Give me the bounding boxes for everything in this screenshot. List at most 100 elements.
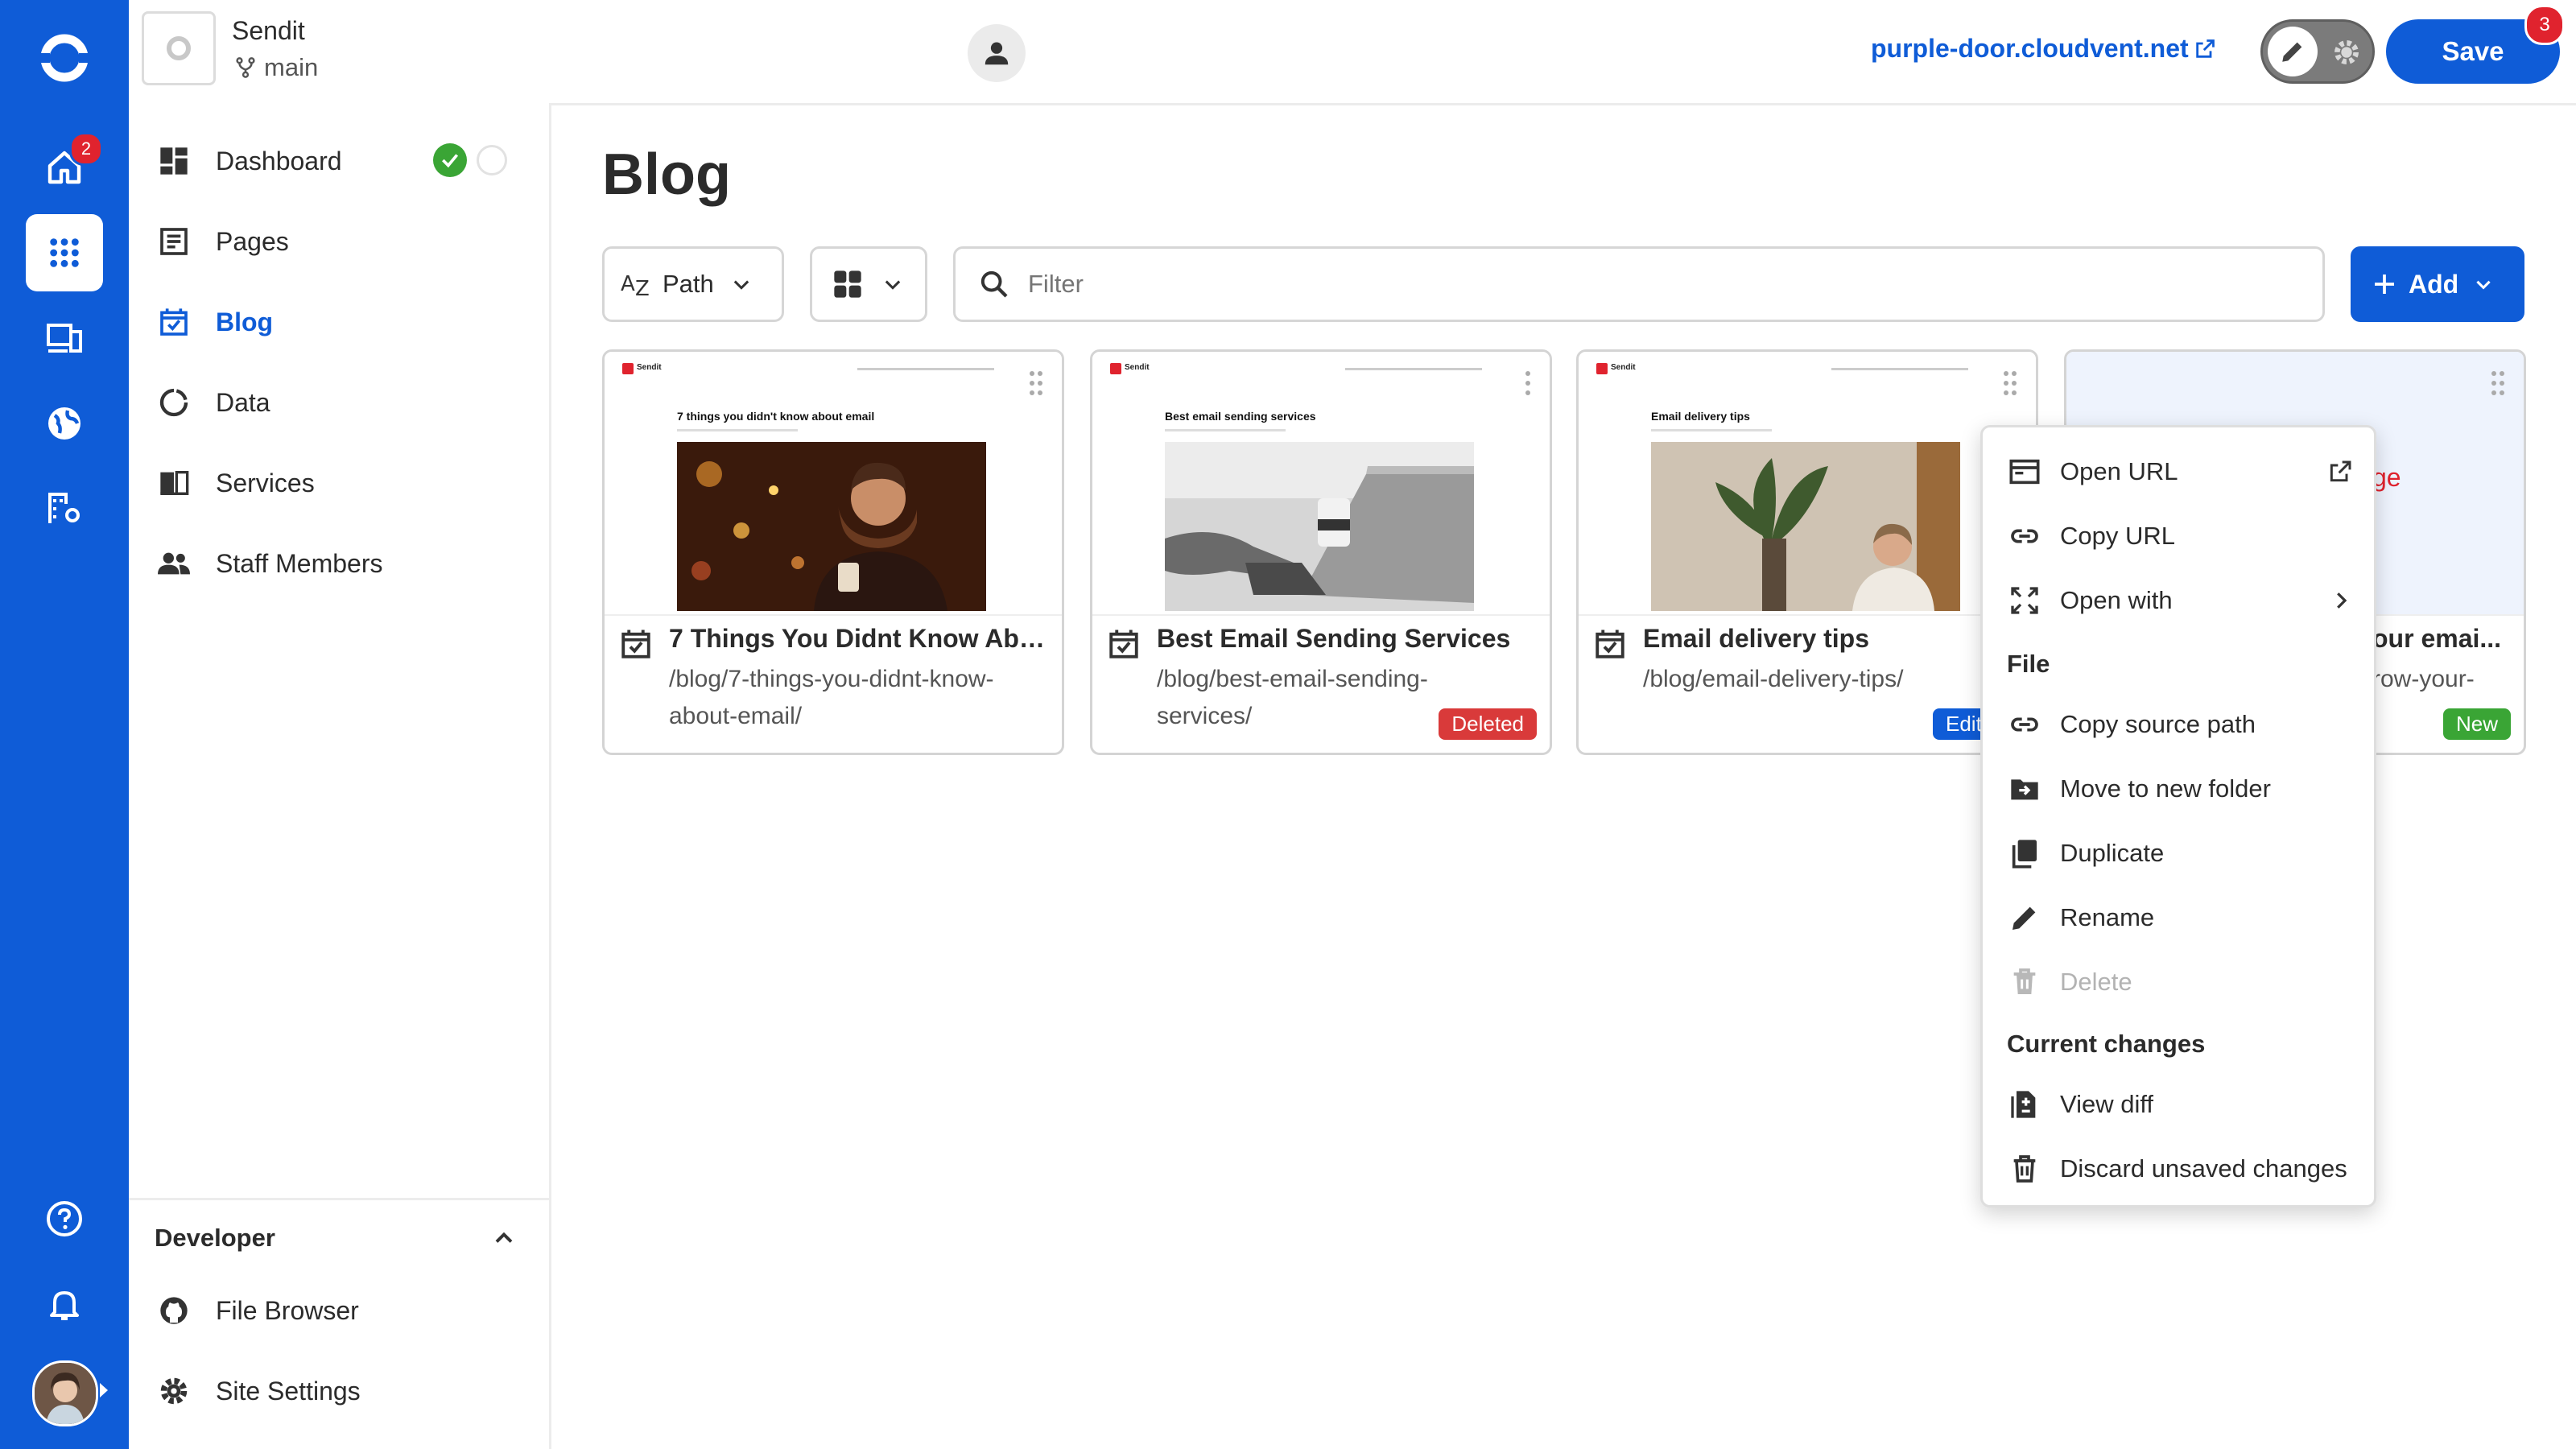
menu-item-open-with[interactable]: Open with	[2007, 572, 2353, 629]
thumb-photo-laptop-coffee	[1165, 442, 1474, 611]
rail-globe[interactable]	[26, 385, 103, 462]
sidebar-item-blog[interactable]: Blog	[155, 290, 273, 354]
card-title: 7 Things You Didnt Know Abo...	[669, 624, 1047, 653]
filter-field[interactable]	[953, 246, 2325, 322]
gear-icon	[160, 1377, 188, 1405]
sidebar-item-services[interactable]: Services	[155, 451, 315, 515]
menu-item-label: Duplicate	[2060, 839, 2165, 867]
menu-item-label: Rename	[2060, 903, 2155, 931]
external-link-icon	[2330, 460, 2351, 482]
filter-input[interactable]	[1026, 269, 2285, 299]
move-folder-icon	[2011, 779, 2038, 800]
blog-card[interactable]: Sendit Email delivery tips Email deliver…	[1576, 349, 2038, 755]
sidebar-item-dashboard[interactable]: Dashboard	[155, 129, 342, 193]
add-label: Add	[2409, 269, 2459, 299]
menu-item-duplicate[interactable]: Duplicate	[2007, 825, 2164, 881]
pencil-icon	[2282, 42, 2302, 62]
menu-item-move-to-new-folder[interactable]: Move to new folder	[2007, 761, 2271, 817]
sidebar-item-staff-members[interactable]: Staff Members	[155, 531, 382, 596]
thumb-placeholder-text: ge	[2372, 463, 2401, 492]
menu-item-delete[interactable]: Delete	[2007, 954, 2132, 1010]
calendar-check-icon	[1596, 630, 1624, 658]
drag-handle-icon[interactable]	[2490, 369, 2506, 397]
rail-devices[interactable]	[26, 299, 103, 377]
branch-selector[interactable]: main	[233, 53, 318, 82]
globe-icon	[48, 407, 80, 440]
card-title: Best Email Sending Services	[1157, 624, 1511, 653]
thumb-nav	[1831, 368, 1968, 370]
save-label: Save	[2442, 36, 2504, 66]
card-context-menu: Open URL Copy URL Open with File Copy so…	[1980, 425, 2376, 1208]
data-icon	[159, 388, 188, 417]
add-button[interactable]: Add	[2351, 246, 2524, 322]
chevron-up-icon[interactable]	[489, 1224, 518, 1253]
card-title: Email delivery tips	[1643, 624, 1870, 653]
sidebar-item-label: Services	[216, 468, 315, 497]
chevron-down-icon	[2476, 280, 2491, 290]
rail-apps[interactable]	[26, 214, 103, 291]
menu-item-view-diff[interactable]: View diff	[2007, 1076, 2153, 1133]
menu-item-copy-url[interactable]: Copy URL	[2007, 508, 2175, 564]
menu-item-open-url[interactable]: Open URL	[2007, 444, 2353, 500]
calendar-check-icon	[1109, 630, 1138, 658]
sort-az-icon: AZ	[621, 272, 650, 300]
account-button[interactable]	[968, 24, 1026, 82]
more-options-icon[interactable]	[1524, 369, 1532, 397]
svg-text:Z: Z	[635, 277, 650, 300]
thumb-meta	[1165, 429, 1286, 431]
external-link-icon	[2195, 39, 2215, 58]
branch-icon	[236, 57, 255, 78]
rail-org-settings[interactable]	[26, 470, 103, 547]
drag-handle-icon[interactable]	[1028, 369, 1044, 397]
thumb-title: Email delivery tips	[1651, 410, 1750, 423]
gear-icon	[2334, 40, 2359, 64]
site-url-text: purple-door.cloudvent.net	[1871, 34, 2189, 63]
rail-notifications[interactable]	[26, 1265, 103, 1343]
blog-card[interactable]: Sendit Best email sending services Best …	[1090, 349, 1552, 755]
view-mode-dropdown[interactable]	[810, 246, 927, 322]
save-changes-badge: 3	[2524, 5, 2565, 45]
sort-dropdown[interactable]: AZ Path	[602, 246, 784, 322]
devices-icon	[47, 324, 82, 353]
sidebar-item-pages[interactable]: Pages	[155, 209, 289, 274]
people-icon	[158, 552, 190, 575]
card-thumbnail: Sendit 7 things you didn't know about em…	[605, 352, 1062, 616]
sidebar-item-file-browser[interactable]: File Browser	[155, 1278, 359, 1343]
logo-icon	[39, 34, 90, 82]
menu-item-copy-source-path[interactable]: Copy source path	[2007, 696, 2256, 753]
branch-name: main	[264, 53, 319, 81]
developer-heading: Developer	[155, 1224, 275, 1252]
person-icon	[985, 42, 1009, 65]
drag-handle-icon[interactable]	[2002, 369, 2018, 397]
menu-item-rename[interactable]: Rename	[2007, 890, 2154, 946]
site-sidebar: Dashboard Pages Blog Data Services Staff…	[129, 103, 551, 1449]
site-url-link[interactable]: purple-door.cloudvent.net	[1871, 34, 2216, 64]
rail-help[interactable]	[26, 1180, 103, 1257]
menu-heading-file: File	[2007, 650, 2050, 678]
project-name: Sendit	[232, 16, 305, 45]
menu-item-label: Discard unsaved changes	[2060, 1154, 2347, 1183]
svg-text:A: A	[621, 272, 635, 296]
chevron-down-icon	[885, 280, 901, 290]
sidebar-item-site-settings[interactable]: Site Settings	[155, 1359, 361, 1423]
thumb-photo-plant-desk	[1651, 442, 1960, 611]
card-path: /blog/best-email-sending-services/	[1157, 666, 1428, 729]
page-title: Blog	[602, 142, 731, 207]
avatar-expand-caret[interactable]	[100, 1383, 108, 1397]
build-success-icon	[433, 143, 467, 177]
blog-card[interactable]: Sendit 7 things you didn't know about em…	[602, 349, 1064, 755]
sidebar-item-label: Dashboard	[216, 146, 342, 175]
trash-icon	[2013, 1155, 2036, 1183]
cloudcannon-logo[interactable]	[26, 19, 103, 97]
project-thumbnail[interactable]	[142, 11, 216, 85]
services-icon	[160, 471, 189, 495]
edit-mode-toggle[interactable]	[2260, 19, 2375, 84]
user-avatar[interactable]	[32, 1360, 98, 1426]
menu-item-discard-unsaved-changes[interactable]: Discard unsaved changes	[2007, 1141, 2347, 1197]
calendar-check-icon	[160, 308, 188, 336]
rail-home[interactable]: 2	[26, 129, 103, 206]
sidebar-item-data[interactable]: Data	[155, 370, 270, 435]
thumb-brand-logo-icon	[1596, 363, 1608, 374]
sort-label: Path	[663, 270, 714, 298]
link-icon	[2011, 529, 2038, 543]
